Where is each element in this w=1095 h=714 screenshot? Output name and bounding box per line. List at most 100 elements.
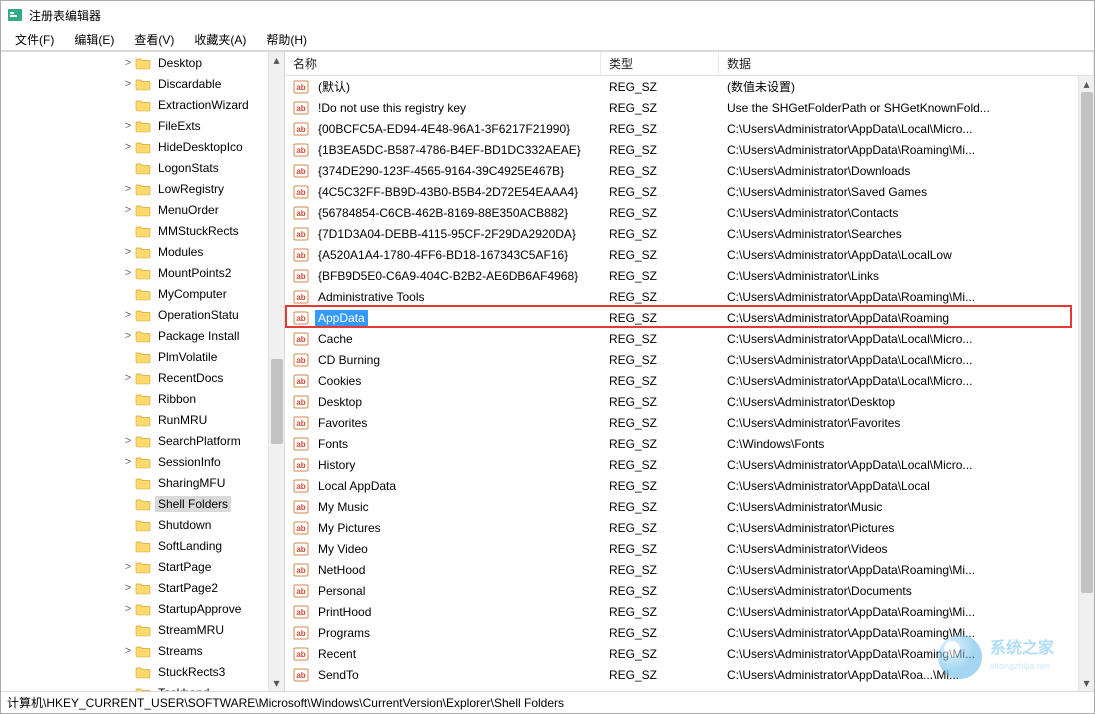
tree-item[interactable]: >StartPage: [1, 556, 268, 577]
list-row[interactable]: abLocal AppDataREG_SZC:\Users\Administra…: [285, 475, 1078, 496]
list-row[interactable]: abPersonalREG_SZC:\Users\Administrator\D…: [285, 580, 1078, 601]
expander-icon[interactable]: >: [121, 372, 135, 384]
list-row[interactable]: abPrintHoodREG_SZC:\Users\Administrator\…: [285, 601, 1078, 622]
tree-item[interactable]: >RecentDocs: [1, 367, 268, 388]
list-row[interactable]: ab!Do not use this registry keyREG_SZUse…: [285, 97, 1078, 118]
tree-item[interactable]: >MountPoints2: [1, 262, 268, 283]
tree-item[interactable]: >LowRegistry: [1, 178, 268, 199]
menu-view[interactable]: 查看(V): [124, 29, 184, 50]
tree-item[interactable]: >SoftLanding: [1, 535, 268, 556]
list-row[interactable]: ab{374DE290-123F-4565-9164-39C4925E467B}…: [285, 160, 1078, 181]
scroll-track[interactable]: [269, 68, 285, 675]
tree-item[interactable]: >StartupApprove: [1, 598, 268, 619]
tree-item[interactable]: >HideDesktopIco: [1, 136, 268, 157]
tree-scroll[interactable]: >Desktop>Discardable>ExtractionWizard>Fi…: [1, 52, 268, 691]
tree-item[interactable]: >MMStuckRects: [1, 220, 268, 241]
list-row[interactable]: ab{56784854-C6CB-462B-8169-88E350ACB882}…: [285, 202, 1078, 223]
list-row[interactable]: ab{BFB9D5E0-C6A9-404C-B2B2-AE6DB6AF4968}…: [285, 265, 1078, 286]
value-name: Administrative Tools: [315, 289, 428, 305]
tree-item[interactable]: >Desktop: [1, 52, 268, 73]
tree-item[interactable]: >MyComputer: [1, 283, 268, 304]
list-row[interactable]: abFontsREG_SZC:\Windows\Fonts: [285, 433, 1078, 454]
list-row[interactable]: abAppDataREG_SZC:\Users\Administrator\Ap…: [285, 307, 1078, 328]
expander-icon[interactable]: >: [121, 57, 135, 69]
menu-file[interactable]: 文件(F): [5, 29, 64, 50]
expander-icon[interactable]: >: [121, 456, 135, 468]
expander-icon[interactable]: >: [121, 603, 135, 615]
tree-item[interactable]: >MenuOrder: [1, 199, 268, 220]
list-row[interactable]: ab(默认)REG_SZ(数值未设置): [285, 76, 1078, 97]
column-header-type[interactable]: 类型: [601, 52, 719, 75]
tree-item[interactable]: >Shell Folders: [1, 493, 268, 514]
tree-item[interactable]: >Streams: [1, 640, 268, 661]
list-row[interactable]: abFavoritesREG_SZC:\Users\Administrator\…: [285, 412, 1078, 433]
scroll-thumb[interactable]: [271, 359, 283, 444]
list-row[interactable]: ab{1B3EA5DC-B587-4786-B4EF-BD1DC332AEAE}…: [285, 139, 1078, 160]
tree-item[interactable]: >SessionInfo: [1, 451, 268, 472]
expander-icon[interactable]: >: [121, 204, 135, 216]
tree-item[interactable]: >Ribbon: [1, 388, 268, 409]
tree-item[interactable]: >Modules: [1, 241, 268, 262]
list-row[interactable]: abCD BurningREG_SZC:\Users\Administrator…: [285, 349, 1078, 370]
list-row[interactable]: abProgramsREG_SZC:\Users\Administrator\A…: [285, 622, 1078, 643]
column-header-name[interactable]: 名称: [285, 52, 601, 75]
scroll-down-icon[interactable]: ▾: [269, 675, 285, 691]
list-rows[interactable]: ab(默认)REG_SZ(数值未设置)ab!Do not use this re…: [285, 76, 1078, 691]
list-row[interactable]: ab{4C5C32FF-BB9D-43B0-B5B4-2D72E54EAAA4}…: [285, 181, 1078, 202]
expander-icon[interactable]: >: [121, 246, 135, 258]
expander-icon[interactable]: >: [121, 183, 135, 195]
titlebar[interactable]: 注册表编辑器: [1, 1, 1094, 29]
expander-icon[interactable]: >: [121, 309, 135, 321]
tree-vertical-scrollbar[interactable]: ▴ ▾: [268, 52, 284, 691]
expander-icon[interactable]: >: [121, 582, 135, 594]
value-name: PrintHood: [315, 604, 374, 620]
tree-item[interactable]: >ExtractionWizard: [1, 94, 268, 115]
expander-icon[interactable]: >: [121, 78, 135, 90]
list-row[interactable]: ab{7D1D3A04-DEBB-4115-95CF-2F29DA2920DA}…: [285, 223, 1078, 244]
list-row[interactable]: abHistoryREG_SZC:\Users\Administrator\Ap…: [285, 454, 1078, 475]
column-header-data[interactable]: 数据: [719, 52, 1094, 75]
list-row[interactable]: abMy PicturesREG_SZC:\Users\Administrato…: [285, 517, 1078, 538]
tree-item[interactable]: >Taskband: [1, 682, 268, 691]
scroll-up-icon[interactable]: ▴: [269, 52, 285, 68]
list-row[interactable]: ab{A520A1A4-1780-4FF6-BD18-167343C5AF16}…: [285, 244, 1078, 265]
list-row[interactable]: abRecentREG_SZC:\Users\Administrator\App…: [285, 643, 1078, 664]
list-row[interactable]: abDesktopREG_SZC:\Users\Administrator\De…: [285, 391, 1078, 412]
scroll-down-icon[interactable]: ▾: [1079, 675, 1095, 691]
list-vertical-scrollbar[interactable]: ▴ ▾: [1078, 76, 1094, 691]
list-row[interactable]: abCacheREG_SZC:\Users\Administrator\AppD…: [285, 328, 1078, 349]
tree-item[interactable]: >LogonStats: [1, 157, 268, 178]
menu-help[interactable]: 帮助(H): [256, 29, 317, 50]
expander-icon[interactable]: >: [121, 645, 135, 657]
list-row[interactable]: ab{00BCFC5A-ED94-4E48-96A1-3F6217F21990}…: [285, 118, 1078, 139]
expander-icon[interactable]: >: [121, 330, 135, 342]
expander-icon[interactable]: >: [121, 435, 135, 447]
tree-item[interactable]: >Package Install: [1, 325, 268, 346]
list-row[interactable]: abNetHoodREG_SZC:\Users\Administrator\Ap…: [285, 559, 1078, 580]
list-row[interactable]: abMy MusicREG_SZC:\Users\Administrator\M…: [285, 496, 1078, 517]
tree-item[interactable]: >FileExts: [1, 115, 268, 136]
scroll-up-icon[interactable]: ▴: [1079, 76, 1095, 92]
tree-item[interactable]: >OperationStatu: [1, 304, 268, 325]
list-row[interactable]: abSendToREG_SZC:\Users\Administrator\App…: [285, 664, 1078, 685]
tree-item[interactable]: >StreamMRU: [1, 619, 268, 640]
tree-item[interactable]: >StuckRects3: [1, 661, 268, 682]
menu-fav[interactable]: 收藏夹(A): [184, 29, 256, 50]
tree-item[interactable]: >Shutdown: [1, 514, 268, 535]
tree-item[interactable]: >PlmVolatile: [1, 346, 268, 367]
expander-icon[interactable]: >: [121, 561, 135, 573]
expander-icon[interactable]: >: [121, 141, 135, 153]
tree-item[interactable]: >SearchPlatform: [1, 430, 268, 451]
list-row[interactable]: abMy VideoREG_SZC:\Users\Administrator\V…: [285, 538, 1078, 559]
menu-edit[interactable]: 编辑(E): [64, 29, 124, 50]
tree-item[interactable]: >SharingMFU: [1, 472, 268, 493]
scroll-thumb[interactable]: [1081, 92, 1093, 593]
expander-icon[interactable]: >: [121, 120, 135, 132]
expander-icon[interactable]: >: [121, 267, 135, 279]
tree-item[interactable]: >RunMRU: [1, 409, 268, 430]
list-row[interactable]: abCookiesREG_SZC:\Users\Administrator\Ap…: [285, 370, 1078, 391]
tree-item[interactable]: >Discardable: [1, 73, 268, 94]
scroll-track[interactable]: [1079, 92, 1095, 675]
list-row[interactable]: abAdministrative ToolsREG_SZC:\Users\Adm…: [285, 286, 1078, 307]
tree-item[interactable]: >StartPage2: [1, 577, 268, 598]
